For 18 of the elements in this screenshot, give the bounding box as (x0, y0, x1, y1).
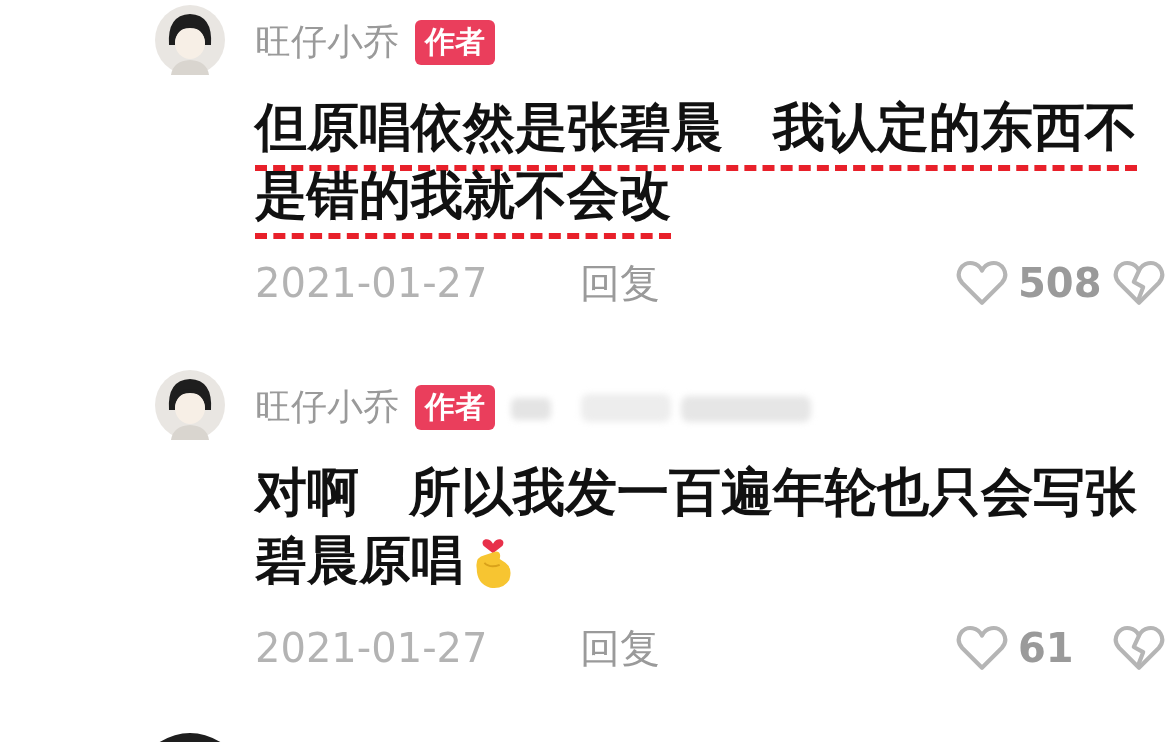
broken-heart-icon[interactable] (1113, 624, 1165, 672)
heart-icon[interactable] (956, 259, 1008, 307)
like-count: 61 (1018, 625, 1075, 671)
author-badge: 作者 (415, 20, 495, 65)
author-badge: 作者 (415, 385, 495, 430)
comment-text: 对啊 所以我发一百遍年轮也只会写张碧晨原唱 (255, 461, 1139, 592)
comment-text: 但原唱依然是张碧晨 我认定的东西不是错的我就不会改 (255, 96, 1139, 227)
comment-date: 2021-01-27 (255, 260, 489, 306)
avatar[interactable] (155, 370, 225, 440)
heart-icon[interactable] (956, 624, 1008, 672)
comment-date: 2021-01-27 (255, 625, 489, 671)
like-count: 508 (1018, 260, 1103, 306)
reply-button[interactable]: 回复 (580, 255, 660, 311)
author-name[interactable]: 旺仔小乔 (255, 18, 399, 67)
broken-heart-icon[interactable] (1113, 259, 1165, 307)
avatar[interactable] (155, 5, 225, 75)
author-name[interactable]: 旺仔小乔 (255, 383, 399, 432)
reply-button[interactable]: 回复 (580, 620, 660, 676)
